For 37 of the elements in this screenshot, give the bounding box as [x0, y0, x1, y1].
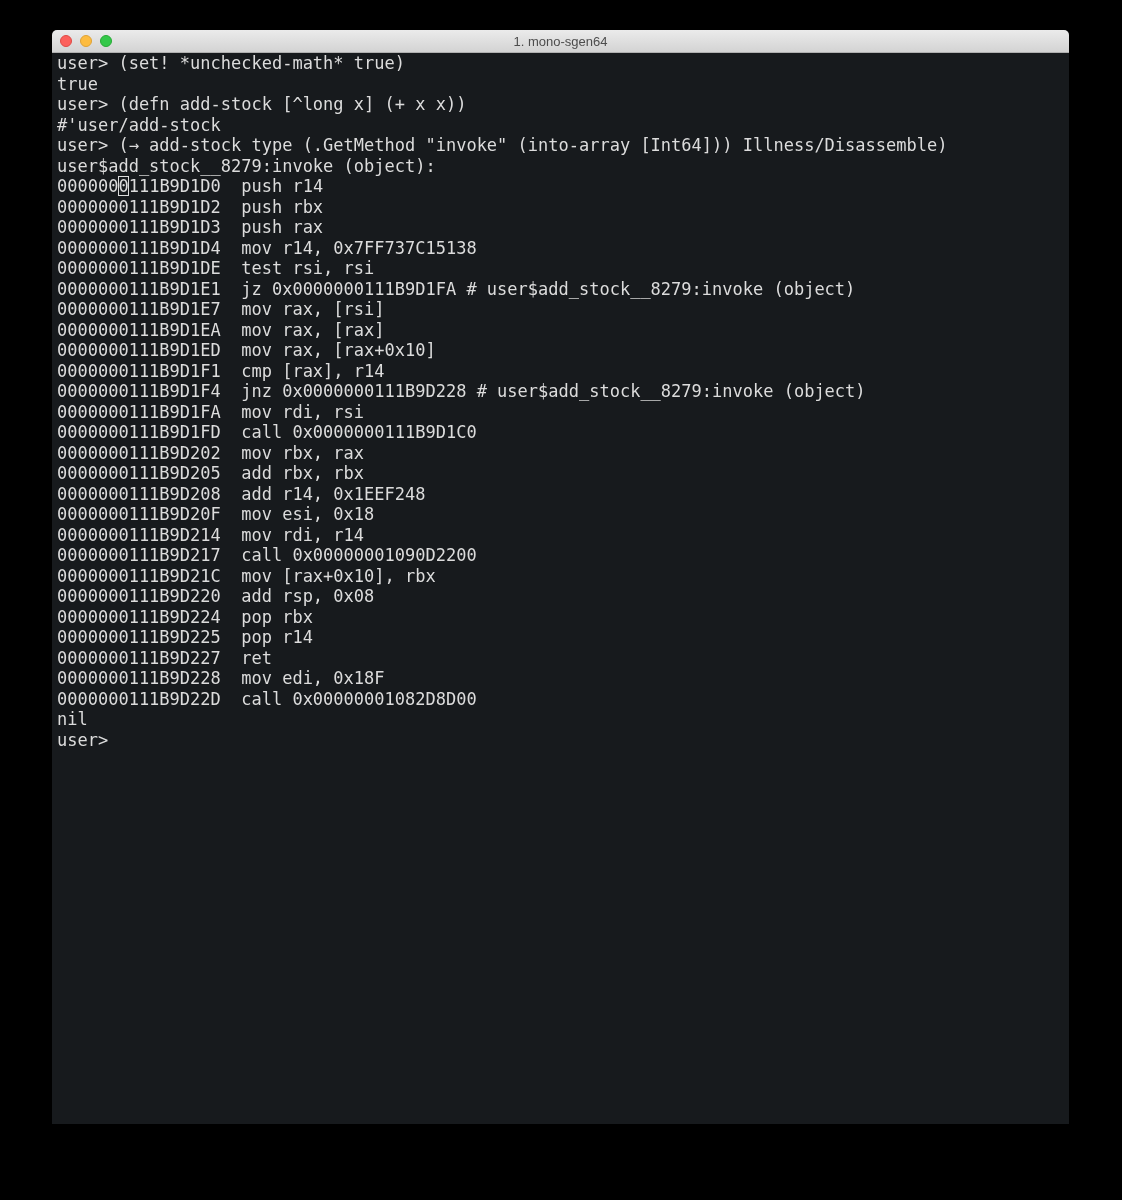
terminal-line: 0000000111B9D1FD call 0x0000000111B9D1C0 [57, 422, 477, 443]
terminal-line: 0000000111B9D1FA mov rdi, rsi [57, 401, 365, 422]
terminal-line: user> [57, 729, 109, 750]
terminal-line: 0000000111B9D228 mov edi, 0x18F [57, 668, 385, 689]
terminal-line: user$add_stock__8279:invoke (object): [57, 155, 436, 176]
close-button[interactable] [60, 35, 72, 47]
terminal-line: 0000000111B9D202 mov rbx, rax [57, 442, 365, 463]
terminal-line: 0000000111B9D1F4 jnz 0x0000000111B9D228 # user$add_stock__8279:invoke (object) [57, 381, 866, 402]
terminal-line: 0000000111B9D1D2 push rbx [57, 196, 324, 217]
terminal-line: 0000000111B9D1E1 jz 0x0000000111B9D1FA # user$add_stock__8279:invoke (object) [57, 278, 856, 299]
terminal-line: 0000000111B9D1ED mov rax, [rax+0x10] [57, 340, 436, 361]
terminal-line: 0000000111B9D20F mov esi, 0x18 [57, 504, 375, 525]
terminal-line: 0000000111B9D1DE test rsi, rsi [57, 258, 375, 279]
terminal-line: 0000000111B9D224 pop rbx [57, 606, 313, 627]
terminal-line: true [57, 73, 98, 94]
terminal-line: #'user/add-stock [57, 114, 221, 135]
terminal-line: 0000000111B9D225 pop r14 [57, 627, 313, 648]
terminal-line: nil [57, 709, 88, 730]
terminal-line: 0000000111B9D1EA mov rax, [rax] [57, 319, 385, 340]
terminal-line: 0000000111B9D1F1 cmp [rax], r14 [57, 360, 385, 381]
terminal-line: 0000000111B9D21C mov [rax+0x10], rbx [57, 565, 436, 586]
minimize-button[interactable] [80, 35, 92, 47]
terminal-line: 0000000111B9D22D call 0x00000001082D8D00 [57, 688, 477, 709]
terminal-line: 0000000111B9D220 add rsp, 0x08 [57, 586, 375, 607]
terminal-line: 0000000111B9D1E7 mov rax, [rsi] [57, 299, 385, 320]
window-title: 1. mono-sgen64 [513, 33, 608, 49]
terminal-line: user> (→ add-stock type (.GetMethod "invoke" (into-array [Int64])) Illness/Disassemble) [57, 135, 948, 156]
terminal-line: 0000000111B9D205 add rbx, rbx [57, 463, 365, 484]
terminal-line: 0000000111B9D208 add r14, 0x1EEF248 [57, 483, 426, 504]
terminal-line: 0000000111B9D217 call 0x00000001090D2200 [57, 545, 477, 566]
zoom-button[interactable] [100, 35, 112, 47]
terminal-line: 0000000111B9D1D3 push rax [57, 217, 324, 238]
terminal-line: 0000000111B9D214 mov rdi, r14 [57, 524, 365, 545]
terminal-line: user> (defn add-stock [^long x] (+ x x)) [57, 94, 467, 115]
terminal-line: 0000000111B9D227 ret [57, 647, 272, 668]
terminal-line: user> (set! *unchecked-math* true) [57, 53, 405, 74]
terminal-line: 0000000111B9D1D4 mov r14, 0x7FF737C15138 [57, 237, 477, 258]
